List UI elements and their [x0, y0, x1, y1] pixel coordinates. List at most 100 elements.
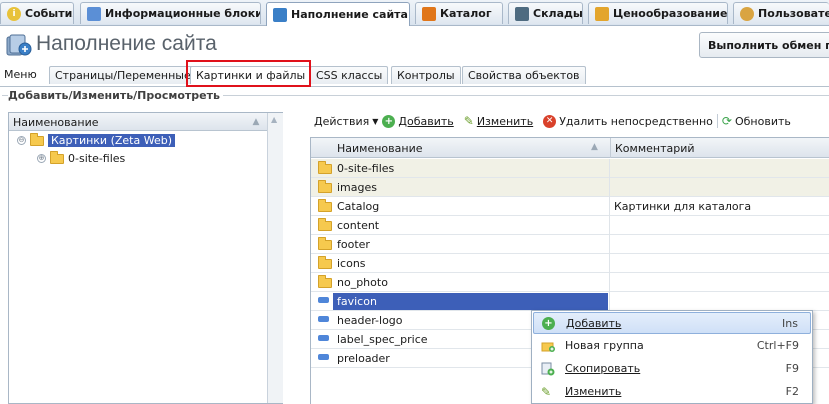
tab-controls[interactable]: Контролы	[391, 66, 461, 84]
tree-item-root[interactable]: ⊖ Картинки (Zeta Web)	[17, 132, 175, 148]
expand-icon[interactable]: ⊕	[37, 154, 46, 163]
group-title: Добавить/Изменить/Просмотреть	[8, 89, 223, 102]
tab-css-classes[interactable]: CSS классы	[310, 66, 389, 84]
folder-icon	[318, 256, 332, 269]
tab-label: События	[25, 7, 74, 20]
pencil-icon: ✎	[541, 385, 552, 399]
table-row[interactable]: Catalog Картинки для каталога	[311, 197, 829, 216]
table-row[interactable]: images	[311, 178, 829, 197]
row-name: 0-site-files	[337, 162, 395, 175]
run-exchange-button[interactable]: Выполнить обмен по	[699, 32, 829, 58]
grid-toolbar: Действия ▼ + Добавить ✎ Изменить ✕ Удали…	[310, 110, 829, 132]
grid-header: Наименование ▲ Комментарий	[311, 138, 829, 158]
tree-header[interactable]: Наименование	[9, 113, 267, 131]
menu-item-shortcut: Ctrl+F9	[756, 339, 799, 352]
refresh-icon: ⟳	[721, 114, 732, 128]
scroll-up-icon[interactable]: ▲	[271, 115, 277, 124]
row-name: footer	[337, 238, 370, 251]
top-tab-bar: i События Информационные блоки Наполнени…	[0, 0, 829, 26]
menu-item-label: Скопировать	[565, 362, 641, 375]
tab-images-files[interactable]: Картинки и файлы	[190, 66, 312, 84]
add-button[interactable]: + Добавить	[382, 114, 454, 128]
column-comment-header[interactable]: Комментарий	[610, 138, 695, 158]
tab-label: Пользовате	[758, 7, 829, 20]
copy-icon	[541, 362, 555, 376]
tab-pricing[interactable]: Ценообразование	[588, 2, 728, 24]
folder-icon	[318, 161, 332, 174]
tree-header-label: Наименование	[13, 116, 99, 129]
tree-item-0-site-files[interactable]: ⊕ 0-site-files	[37, 150, 126, 166]
tree-scrollbar[interactable]: ▲	[267, 113, 283, 403]
file-icon	[318, 335, 329, 341]
row-name: no_photo	[337, 276, 388, 289]
context-menu-item-new-group[interactable]: Новая группа Ctrl+F9	[533, 335, 811, 357]
row-name: header-logo	[337, 314, 403, 327]
table-row[interactable]: content	[311, 216, 829, 235]
tab-info-blocks[interactable]: Информационные блоки	[80, 2, 261, 24]
tab-warehouses[interactable]: Склады	[508, 2, 583, 24]
context-menu-item-edit[interactable]: ✎ Изменить F2	[533, 381, 811, 403]
site-content-page-icon	[6, 34, 32, 56]
table-row-selected[interactable]: favicon	[311, 292, 829, 311]
new-group-icon	[541, 342, 555, 352]
menu-item-shortcut: F9	[785, 362, 799, 375]
file-icon	[318, 316, 329, 322]
folder-tree[interactable]: Наименование ▲ ▲ ⊖ Картинки (Zeta Web) ⊕…	[8, 112, 283, 404]
tab-object-properties[interactable]: Свойства объектов	[462, 66, 586, 84]
pricing-icon	[595, 6, 609, 21]
folder-icon	[318, 218, 332, 231]
menu-item-label: Добавить	[566, 317, 622, 330]
warehouse-icon	[515, 6, 529, 21]
tab-divider	[0, 86, 829, 87]
row-name: content	[337, 219, 380, 232]
toolbar-separator	[716, 114, 718, 128]
folder-icon	[50, 150, 64, 164]
collapse-icon[interactable]: ⊖	[17, 136, 26, 145]
menu-item-label: Новая группа	[565, 339, 644, 352]
info-icon: i	[7, 6, 21, 21]
refresh-label: Обновить	[734, 114, 791, 128]
tab-label: Склады	[533, 7, 583, 20]
folder-icon	[318, 275, 332, 288]
pencil-icon: ✎	[463, 114, 474, 128]
actions-menu-button[interactable]: Действия ▼	[314, 115, 378, 128]
file-icon	[318, 354, 329, 360]
sort-icon[interactable]: ▲	[591, 142, 598, 152]
context-menu-item-add[interactable]: + Добавить Ins	[533, 312, 811, 334]
delete-button[interactable]: ✕ Удалить непосредственно	[543, 114, 713, 128]
table-row[interactable]: footer	[311, 235, 829, 254]
add-label: Добавить	[398, 114, 454, 128]
column-name-header[interactable]: Наименование	[333, 138, 609, 158]
blocks-icon	[87, 6, 101, 21]
table-row[interactable]: 0-site-files	[311, 159, 829, 178]
tab-catalog[interactable]: Каталог	[415, 2, 503, 24]
users-icon	[740, 6, 754, 21]
tree-item-label: Картинки (Zeta Web)	[48, 134, 175, 147]
tab-label: Ценообразование	[613, 7, 728, 20]
edit-label: Изменить	[476, 114, 534, 128]
tab-site-content[interactable]: Наполнение сайта	[266, 2, 410, 26]
table-row[interactable]: icons	[311, 254, 829, 273]
row-name: label_spec_price	[337, 333, 428, 346]
delete-label: Удалить непосредственно	[559, 114, 713, 128]
tab-pages-variables[interactable]: Страницы/Переменные	[49, 66, 197, 84]
table-row[interactable]: no_photo	[311, 273, 829, 292]
site-content-icon	[273, 7, 287, 22]
page-title: Наполнение сайта	[36, 32, 217, 55]
tab-users[interactable]: Пользовате	[733, 2, 829, 24]
tab-menu[interactable]: Меню	[0, 66, 42, 84]
tab-label: Каталог	[440, 7, 492, 20]
tab-events[interactable]: i События	[0, 2, 74, 24]
row-comment: Картинки для каталога	[614, 200, 752, 213]
tab-label: Наполнение сайта	[291, 8, 408, 21]
tab-label: Информационные блоки	[105, 7, 261, 20]
edit-button[interactable]: ✎ Изменить	[464, 114, 533, 128]
tree-item-label: 0-site-files	[68, 152, 126, 165]
add-icon: +	[542, 317, 555, 330]
sort-icon[interactable]: ▲	[249, 115, 263, 129]
context-menu: + Добавить Ins Новая группа Ctrl+F9 Скоп…	[531, 310, 813, 404]
folder-icon	[318, 237, 332, 250]
refresh-button[interactable]: ⟳ Обновить	[722, 114, 791, 128]
context-menu-item-copy[interactable]: Скопировать F9	[533, 358, 811, 380]
row-name: images	[337, 181, 377, 194]
